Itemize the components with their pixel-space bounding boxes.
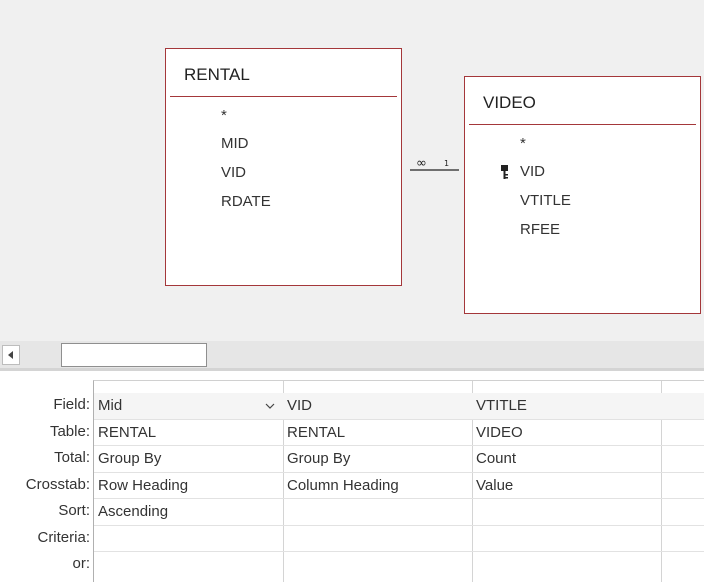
grid-cell-total[interactable]: Count	[472, 446, 661, 473]
rental-field-vid[interactable]: VID	[221, 164, 246, 181]
row-label-total: Total:	[54, 449, 90, 466]
grid-column-3[interactable]: VTITLE VIDEO Count Value	[472, 381, 662, 582]
grid-cell-or[interactable]	[472, 552, 661, 579]
grid-cell-crosstab[interactable]: Row Heading	[94, 473, 283, 499]
grid-cell-crosstab[interactable]: Value	[472, 473, 661, 499]
query-design-grid[interactable]: Field: Table: Total: Crosstab: Sort: Cri…	[0, 374, 704, 582]
row-label-crosstab: Crosstab:	[25, 475, 90, 493]
grid-cell-table[interactable]: RENTAL	[283, 420, 472, 446]
grid-cell-total[interactable]	[661, 446, 704, 473]
video-field-rfee[interactable]: RFEE	[520, 221, 560, 238]
grid-row-labels: Field: Table: Total: Crosstab: Sort: Cri…	[0, 392, 93, 578]
table-video-divider	[469, 124, 696, 125]
grid-cell-criteria[interactable]	[661, 526, 704, 552]
video-field-all[interactable]: *	[520, 135, 526, 152]
video-field-vid[interactable]: VID	[520, 163, 545, 180]
relationship-one-symbol: 1	[444, 159, 449, 168]
query-grid-columns[interactable]: Mid RENTAL Group By Row Heading Ascendin…	[93, 380, 704, 582]
grid-column-2[interactable]: VID RENTAL Group By Column Heading	[283, 381, 473, 582]
table-video[interactable]: VIDEO * VID VTITLE RFEE	[464, 76, 701, 314]
grid-cell-crosstab[interactable]: Column Heading	[283, 473, 472, 499]
grid-cell-field[interactable]: Mid	[94, 393, 283, 420]
grid-cell-table[interactable]: VIDEO	[472, 420, 661, 446]
grid-cell-sort[interactable]	[661, 499, 704, 526]
grid-cell-sort[interactable]: Ascending	[94, 499, 283, 526]
table-rental-divider	[170, 96, 397, 97]
grid-cell-criteria[interactable]	[283, 526, 472, 552]
grid-cell-field[interactable]: VID	[283, 393, 472, 420]
grid-cell-table[interactable]	[661, 420, 704, 446]
rental-field-mid[interactable]: MID	[221, 135, 249, 152]
rental-field-all[interactable]: *	[221, 107, 227, 124]
grid-cell-sort[interactable]	[283, 499, 472, 526]
row-label-sort: Sort:	[58, 502, 90, 519]
grid-cell-sort[interactable]	[472, 499, 661, 526]
chevron-down-icon[interactable]	[263, 399, 277, 413]
row-label-or: or:	[72, 555, 90, 572]
primary-key-icon	[501, 165, 508, 179]
grid-cell-or[interactable]	[94, 552, 283, 579]
grid-cell-total[interactable]: Group By	[94, 446, 283, 473]
row-label-criteria: Criteria:	[37, 528, 90, 546]
grid-cell-or[interactable]	[661, 552, 704, 579]
table-rental-title[interactable]: RENTAL	[184, 65, 250, 85]
diagram-horizontal-scrollbar[interactable]	[0, 341, 704, 371]
grid-cell-table[interactable]: RENTAL	[94, 420, 283, 446]
scrollbar-thumb[interactable]	[61, 343, 207, 367]
grid-cell-field[interactable]: VTITLE	[472, 393, 661, 420]
relationship-line[interactable]: ∞ 1	[402, 150, 466, 180]
relationship-many-symbol: ∞	[416, 156, 427, 171]
scroll-left-arrow-icon[interactable]	[2, 345, 20, 365]
grid-cell-total[interactable]: Group By	[283, 446, 472, 473]
rental-field-rdate[interactable]: RDATE	[221, 193, 271, 210]
row-label-field: Field:	[53, 396, 90, 413]
grid-cell-crosstab[interactable]	[661, 473, 704, 499]
grid-cell-criteria[interactable]	[94, 526, 283, 552]
video-field-vtitle[interactable]: VTITLE	[520, 192, 571, 209]
grid-column-1[interactable]: Mid RENTAL Group By Row Heading Ascendin…	[94, 381, 284, 582]
row-label-table: Table:	[49, 422, 90, 440]
grid-cell-field[interactable]	[661, 393, 704, 420]
query-diagram-pane[interactable]: RENTAL * MID VID RDATE ∞ 1 VIDEO * VID V…	[0, 0, 704, 341]
grid-column-4[interactable]	[661, 381, 704, 582]
table-rental[interactable]: RENTAL * MID VID RDATE	[165, 48, 402, 286]
grid-cell-or[interactable]	[283, 552, 472, 579]
grid-cell-criteria[interactable]	[472, 526, 661, 552]
table-video-title[interactable]: VIDEO	[483, 93, 536, 113]
